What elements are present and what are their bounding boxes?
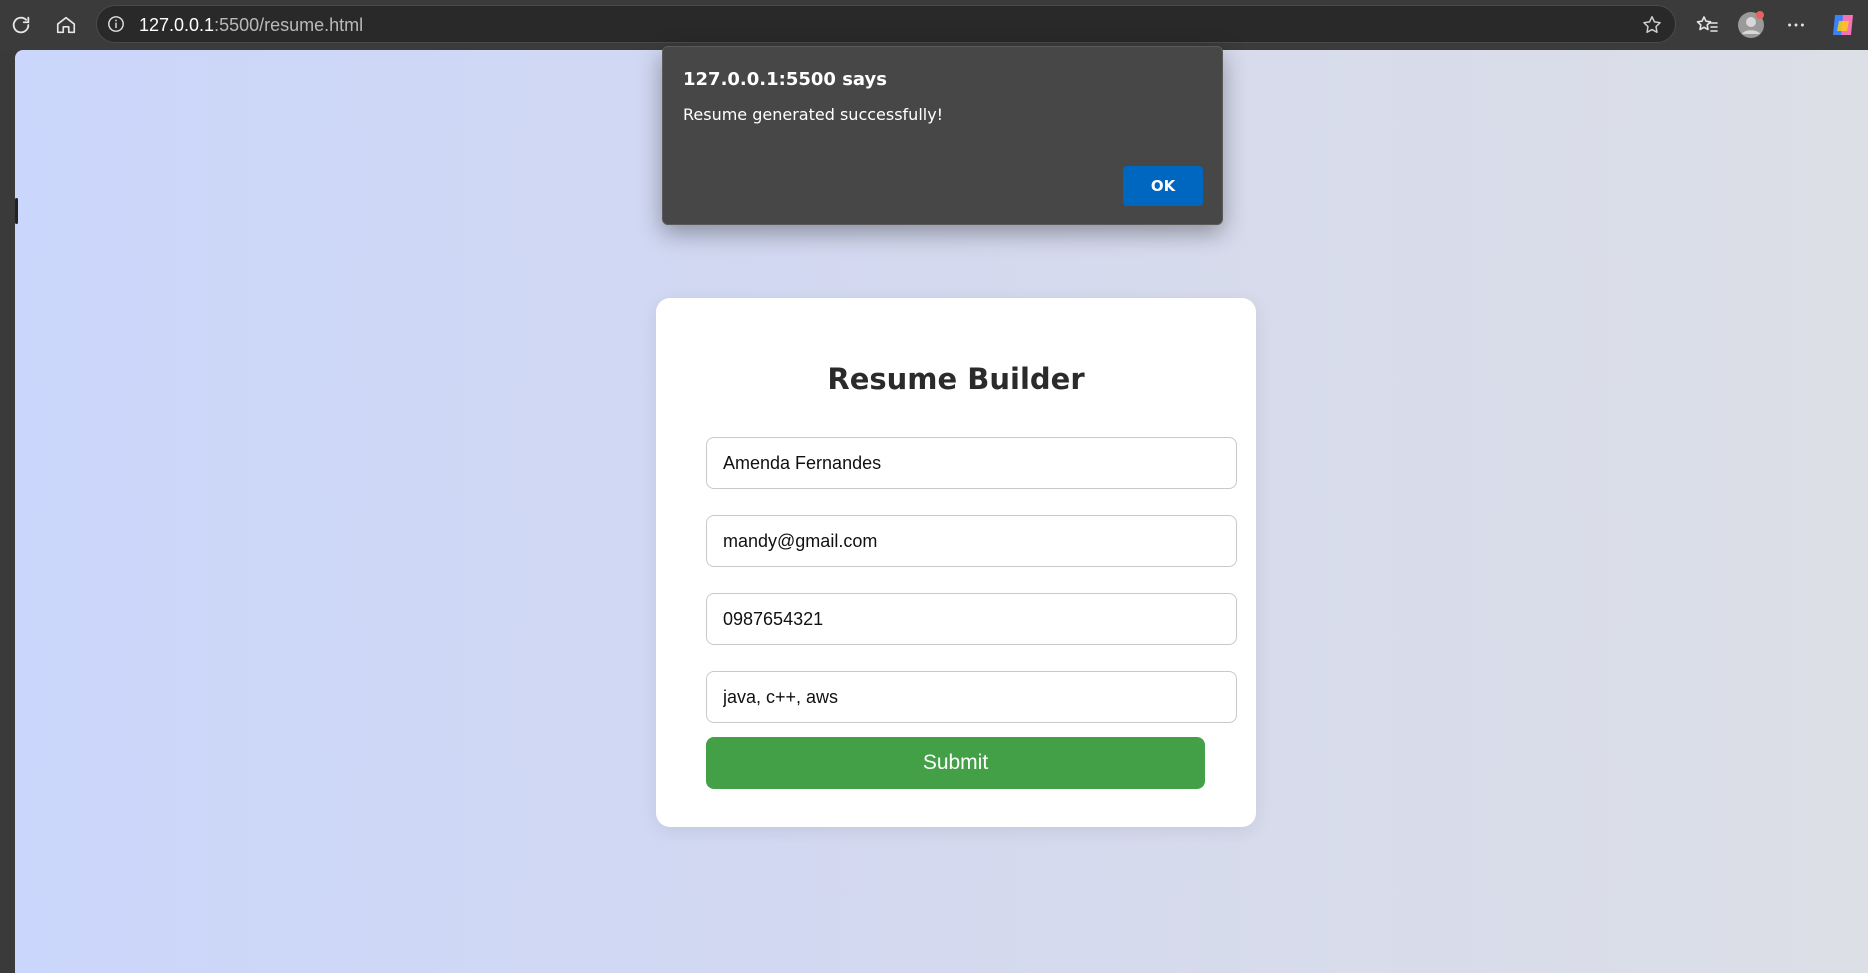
url-text[interactable]: 127.0.0.1:5500/resume.html — [139, 15, 363, 36]
more-options-icon[interactable] — [1781, 10, 1811, 40]
browser-toolbar: 127.0.0.1:5500/resume.html — [0, 0, 1868, 50]
skills-input[interactable] — [706, 671, 1237, 723]
sidebar-edge — [15, 198, 18, 224]
address-bar[interactable]: 127.0.0.1:5500/resume.html — [96, 5, 1676, 43]
email-input[interactable] — [706, 515, 1237, 567]
alert-dialog: 127.0.0.1:5500 says Resume generated suc… — [662, 46, 1223, 225]
favorites-icon[interactable] — [1692, 10, 1722, 40]
dialog-message: Resume generated successfully! — [683, 105, 944, 124]
url-path: :5500/resume.html — [214, 15, 364, 35]
copilot-icon[interactable] — [1828, 10, 1858, 40]
dialog-title: 127.0.0.1:5500 says — [683, 69, 887, 90]
profile-avatar[interactable] — [1736, 10, 1766, 40]
site-info-icon[interactable] — [107, 15, 125, 33]
home-icon[interactable] — [51, 10, 81, 40]
refresh-icon[interactable] — [6, 10, 36, 40]
phone-input[interactable] — [706, 593, 1237, 645]
name-input[interactable] — [706, 437, 1237, 489]
ok-button[interactable]: OK — [1123, 166, 1203, 206]
resume-form-card: Resume Builder Submit — [656, 298, 1256, 827]
favorite-star-icon[interactable] — [1641, 14, 1663, 41]
url-host: 127.0.0.1 — [139, 15, 215, 35]
page-title: Resume Builder — [827, 362, 1085, 396]
submit-button[interactable]: Submit — [706, 737, 1205, 789]
